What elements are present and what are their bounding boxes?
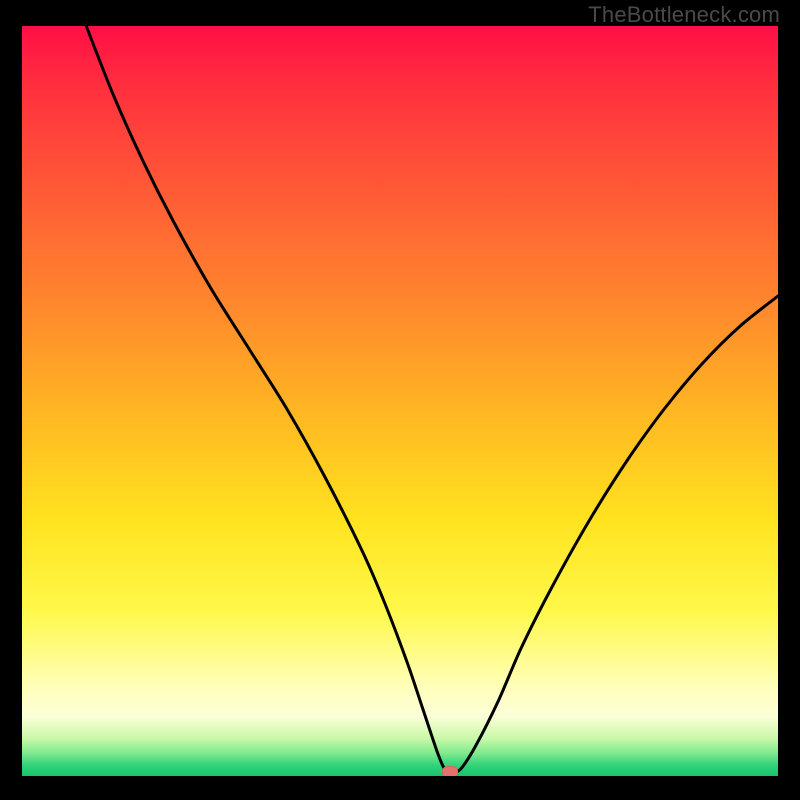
watermark-text: TheBottleneck.com — [588, 2, 780, 28]
plot-area — [22, 26, 778, 776]
bottleneck-curve — [22, 26, 778, 776]
optimum-marker — [442, 766, 458, 777]
chart-frame: TheBottleneck.com — [0, 0, 800, 800]
